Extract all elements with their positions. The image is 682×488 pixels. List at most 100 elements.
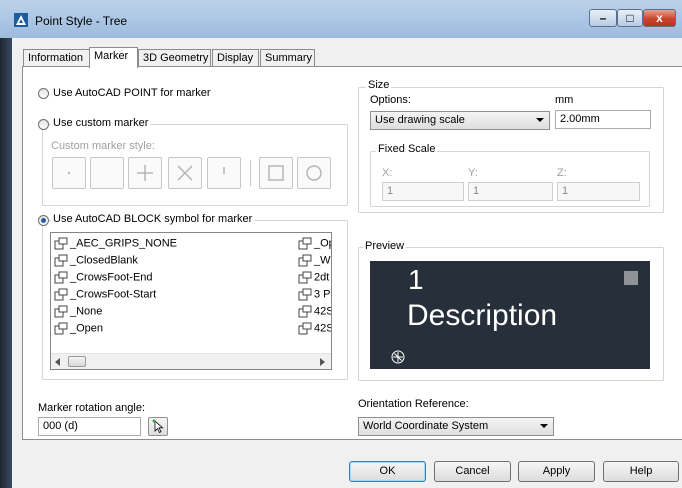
tab-label: Display xyxy=(217,52,254,64)
minimize-button[interactable]: – xyxy=(589,9,617,27)
apply-button[interactable]: Apply xyxy=(518,461,595,482)
tick-marker-icon xyxy=(223,167,225,174)
tab-label: Summary xyxy=(265,52,313,64)
maximize-button[interactable]: □ xyxy=(617,9,643,27)
orientation-reference-dropdown[interactable]: World Coordinate System xyxy=(358,417,554,436)
block-icon xyxy=(298,237,312,250)
tab-summary[interactable]: Summary xyxy=(260,49,315,66)
block-icon xyxy=(298,254,312,267)
marker-none-button[interactable] xyxy=(90,157,124,189)
tab-information[interactable]: Information xyxy=(23,49,90,66)
marker-size-input[interactable]: 2.00mm xyxy=(555,110,651,129)
list-item[interactable]: _Open xyxy=(54,322,284,339)
scale-z-input[interactable]: 1 xyxy=(557,182,640,201)
list-item[interactable]: _None xyxy=(54,305,284,322)
block-list[interactable]: _AEC_GRIPS_NONE _ClosedBlank _CrowsFoot-… xyxy=(50,232,332,370)
size-options-dropdown[interactable]: Use drawing scale xyxy=(370,111,550,130)
list-item-label: 42S xyxy=(314,305,332,318)
block-icon xyxy=(54,254,68,267)
square-marker-icon xyxy=(268,165,284,181)
scale-x-input[interactable]: 1 xyxy=(382,182,464,201)
use-custom-radio[interactable] xyxy=(38,119,49,130)
list-item[interactable]: _W xyxy=(298,254,331,271)
list-item[interactable]: _CrowsFoot-End xyxy=(54,271,284,288)
custom-marker-style-label: Custom marker style: xyxy=(51,140,155,152)
list-item-label: _CrowsFoot-Start xyxy=(70,288,157,301)
marker-tick-button[interactable] xyxy=(207,157,241,189)
tree-symbol-icon xyxy=(391,350,405,364)
block-icon xyxy=(54,322,68,335)
tab-label: 3D Geometry xyxy=(143,52,209,64)
preview-label-description: Description xyxy=(407,299,558,332)
block-list-column-2: _Op _W 2dt 3 P 42S 42S xyxy=(298,237,332,339)
scroll-left-icon[interactable] xyxy=(55,358,61,366)
marker-x-button[interactable] xyxy=(168,157,202,189)
block-icon xyxy=(54,271,68,284)
x-marker-icon xyxy=(177,165,193,181)
list-item[interactable]: 2dt xyxy=(298,271,331,288)
list-item[interactable]: _ClosedBlank xyxy=(54,254,284,271)
maximize-icon: □ xyxy=(626,11,634,25)
list-item[interactable]: _AEC_GRIPS_NONE xyxy=(54,237,284,254)
block-list-scrollbar[interactable] xyxy=(51,353,331,369)
cancel-button[interactable]: Cancel xyxy=(434,461,511,482)
pick-angle-button[interactable] xyxy=(148,417,168,436)
scroll-right-icon[interactable] xyxy=(320,358,326,366)
block-icon xyxy=(54,237,68,250)
scroll-thumb[interactable] xyxy=(68,356,86,367)
window-title: Point Style - Tree xyxy=(35,14,128,28)
block-icon xyxy=(298,288,312,301)
use-point-radio[interactable] xyxy=(38,88,49,99)
plus-marker-icon xyxy=(137,165,153,181)
use-block-radio[interactable] xyxy=(38,215,49,226)
tab-3d-geometry[interactable]: 3D Geometry xyxy=(138,49,211,66)
fixed-scale-title: Fixed Scale xyxy=(376,143,438,155)
tab-display[interactable]: Display xyxy=(212,49,259,66)
marker-circle-button[interactable] xyxy=(297,157,331,189)
block-icon xyxy=(54,288,68,301)
rotation-angle-input[interactable]: 000 (d) xyxy=(38,417,141,436)
tab-marker[interactable]: Marker xyxy=(89,47,138,68)
close-button[interactable]: x xyxy=(643,9,676,27)
list-item[interactable]: _CrowsFoot-Start xyxy=(54,288,284,305)
cursor-pick-icon xyxy=(152,419,164,434)
scale-x-label: X: xyxy=(382,167,393,179)
marker-square-button[interactable] xyxy=(259,157,293,189)
tab-label: Information xyxy=(28,52,84,64)
ok-button[interactable]: OK xyxy=(349,461,426,482)
size-options-value: Use drawing scale xyxy=(375,114,465,126)
options-label: Options: xyxy=(370,94,411,106)
circle-marker-icon xyxy=(306,165,322,181)
rotation-label: Marker rotation angle: xyxy=(38,402,145,414)
close-icon: x xyxy=(656,11,663,25)
list-item[interactable]: 42S xyxy=(298,322,332,339)
list-item-label: _None xyxy=(70,305,103,318)
list-item-label: 3 P xyxy=(314,288,331,301)
preview-label-number: 1 xyxy=(408,264,424,295)
block-icon xyxy=(298,271,312,284)
minimize-icon: – xyxy=(599,11,607,25)
marker-divider xyxy=(250,160,251,186)
marker-plus-button[interactable] xyxy=(128,157,162,189)
help-button[interactable]: Help xyxy=(603,461,679,482)
marker-dot-button[interactable] xyxy=(52,157,86,189)
block-icon xyxy=(54,305,68,318)
dot-marker-icon xyxy=(67,171,71,175)
scale-z-label: Z: xyxy=(557,167,567,179)
size-group-title: Size xyxy=(366,79,392,91)
scale-y-input[interactable]: 1 xyxy=(468,182,553,201)
autocad-app-icon xyxy=(14,13,28,27)
scale-y-label: Y: xyxy=(468,167,478,179)
chevron-down-icon xyxy=(536,118,544,122)
chevron-down-icon xyxy=(540,424,548,428)
block-icon xyxy=(298,305,312,318)
list-item[interactable]: _Op xyxy=(298,237,331,254)
list-item-label: 42S xyxy=(314,322,332,335)
list-item-label: _CrowsFoot-End xyxy=(70,271,153,284)
list-item-label: _Op xyxy=(314,237,331,250)
list-item[interactable]: 3 P xyxy=(298,288,331,305)
use-block-label: Use AutoCAD BLOCK symbol for marker xyxy=(51,213,255,225)
list-item-label: _ClosedBlank xyxy=(70,254,138,267)
list-item[interactable]: 42S xyxy=(298,305,332,322)
tab-label: Marker xyxy=(94,50,129,62)
